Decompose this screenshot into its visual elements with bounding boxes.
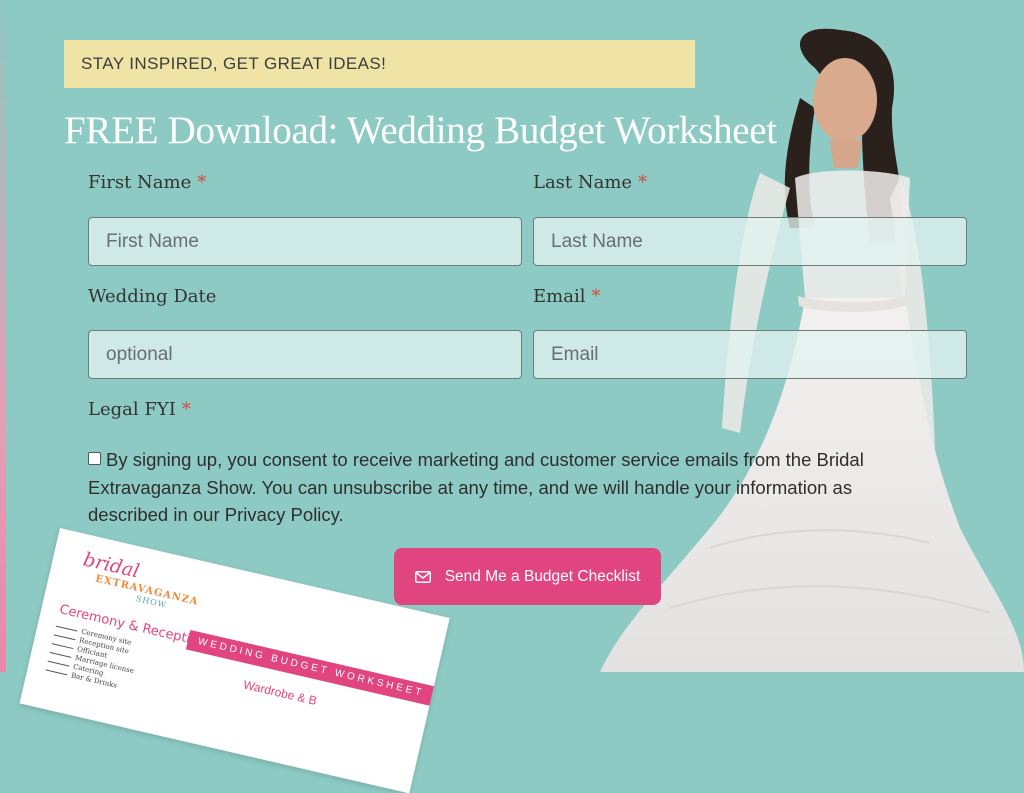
promo-banner-text: STAY INSPIRED, GET GREAT IDEAS! bbox=[81, 54, 387, 73]
last-name-label: Last Name * bbox=[533, 172, 647, 193]
required-marker: * bbox=[197, 172, 207, 193]
worksheet-stripe: WEDDING BUDGET WORKSHEET bbox=[185, 629, 450, 715]
email-label-text: Email bbox=[533, 286, 586, 307]
wedding-date-label: Wedding Date bbox=[88, 286, 216, 307]
consent-checkbox[interactable] bbox=[88, 452, 101, 465]
legal-fyi-label: Legal FYI * bbox=[88, 399, 191, 420]
first-name-label-text: First Name bbox=[88, 172, 192, 193]
worksheet-sub-section: Wardrobe & B bbox=[241, 677, 319, 708]
page-edge-gradient bbox=[0, 0, 6, 672]
required-marker: * bbox=[181, 399, 191, 420]
consent-block: By signing up, you consent to receive ma… bbox=[88, 446, 918, 529]
last-name-label-text: Last Name bbox=[533, 172, 633, 193]
send-button-label: Send Me a Budget Checklist bbox=[444, 567, 641, 585]
email-input[interactable] bbox=[533, 330, 967, 379]
required-marker: * bbox=[638, 172, 648, 193]
email-label: Email * bbox=[533, 286, 600, 307]
envelope-icon bbox=[414, 570, 431, 583]
first-name-label: First Name * bbox=[88, 172, 206, 193]
wedding-date-input[interactable] bbox=[88, 330, 522, 379]
wedding-date-label-text: Wedding Date bbox=[88, 286, 217, 307]
first-name-input[interactable] bbox=[88, 217, 522, 266]
required-marker: * bbox=[591, 286, 601, 307]
consent-text: By signing up, you consent to receive ma… bbox=[88, 449, 864, 525]
send-budget-checklist-button[interactable]: Send Me a Budget Checklist bbox=[394, 548, 661, 605]
worksheet-preview-image: bridal EXTRAVAGANZA SHOW Ceremony & Rece… bbox=[19, 528, 450, 793]
legal-fyi-label-text: Legal FYI bbox=[88, 399, 176, 420]
worksheet-brand-logo: bridal EXTRAVAGANZA SHOW bbox=[77, 548, 205, 616]
last-name-input[interactable] bbox=[533, 217, 967, 266]
